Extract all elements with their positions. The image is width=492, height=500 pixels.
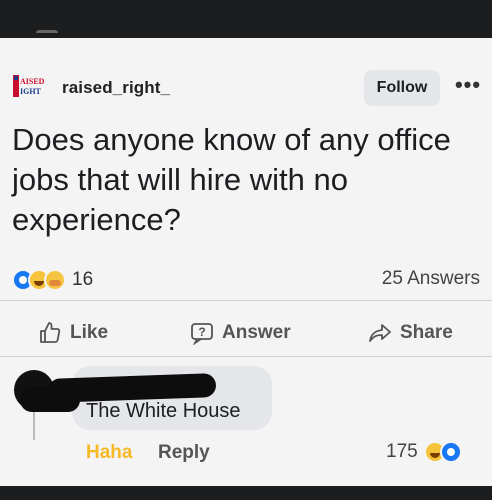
answers-count[interactable]: 25 Answers bbox=[382, 268, 480, 290]
question-bubble-icon: ? bbox=[190, 321, 214, 345]
haha-reaction-button[interactable]: Haha bbox=[86, 442, 132, 464]
thumbs-up-icon bbox=[38, 321, 62, 345]
question-text: Does anyone know of any office jobs that… bbox=[12, 122, 451, 237]
share-button[interactable]: Share bbox=[368, 318, 453, 348]
username[interactable]: raised_right_ bbox=[62, 78, 170, 98]
share-label: Share bbox=[400, 322, 453, 343]
bottom-frame bbox=[0, 486, 492, 500]
like-label: Like bbox=[70, 322, 109, 343]
top-frame bbox=[0, 0, 492, 38]
follow-button[interactable]: Follow bbox=[364, 70, 440, 106]
reply-button[interactable]: Reply bbox=[158, 442, 210, 464]
svg-text:AISED: AISED bbox=[20, 77, 45, 86]
answer-label: Answer bbox=[222, 322, 291, 343]
comment-reaction-summary[interactable]: 175 bbox=[386, 440, 462, 464]
answer-button[interactable]: ? Answer bbox=[190, 318, 291, 348]
comment-text: The White House bbox=[86, 400, 241, 422]
reaction-count: 16 bbox=[72, 269, 94, 290]
more-options-icon[interactable]: ••• bbox=[452, 70, 484, 106]
divider bbox=[0, 356, 492, 357]
frame-stub bbox=[36, 30, 58, 36]
thread-line bbox=[33, 410, 35, 440]
divider bbox=[0, 300, 492, 301]
comment-reaction-count: 175 bbox=[386, 441, 418, 462]
svg-text:?: ? bbox=[198, 325, 205, 339]
like-button[interactable]: Like bbox=[38, 318, 108, 348]
raised-right-logo-icon: AISED IGHT bbox=[12, 72, 50, 100]
care-reaction-icon bbox=[44, 269, 66, 291]
reaction-summary[interactable]: 16 bbox=[12, 268, 93, 292]
avatar[interactable]: AISED IGHT bbox=[12, 72, 50, 100]
share-arrow-icon bbox=[368, 321, 392, 345]
svg-text:IGHT: IGHT bbox=[20, 87, 42, 96]
like-reaction-icon bbox=[439, 441, 462, 463]
